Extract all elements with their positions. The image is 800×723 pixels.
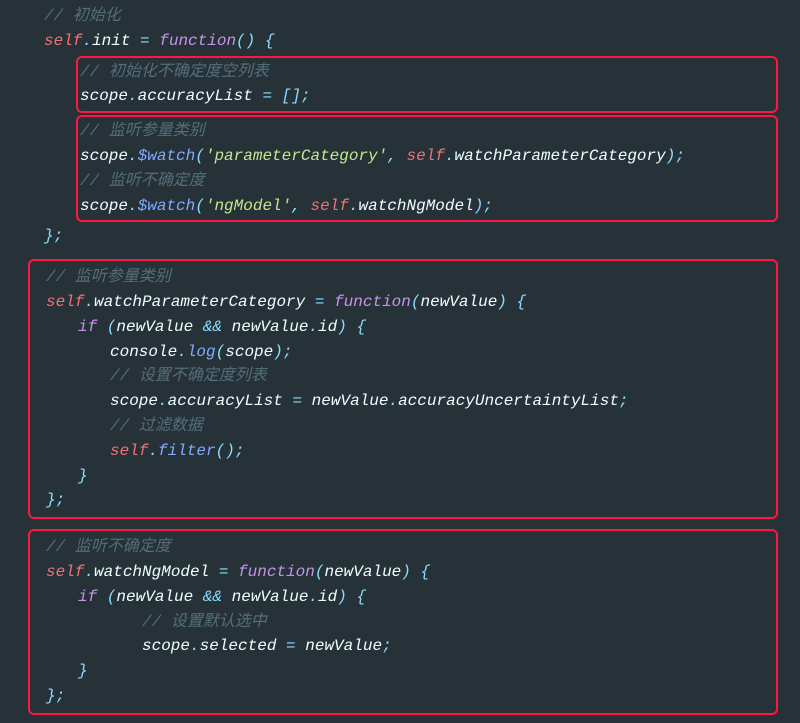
comment-line: // 监听不确定度 xyxy=(78,169,776,194)
code-line: self.init = function() { xyxy=(0,29,800,54)
code-line: if (newValue && newValue.id) { xyxy=(30,315,776,340)
code-line: console.log(scope); xyxy=(30,340,776,365)
comment-line: // 监听参量类别 xyxy=(30,265,776,290)
code-line: scope.selected = newValue; xyxy=(30,634,776,659)
comment-line: // 设置默认选中 xyxy=(30,610,776,635)
code-line: scope.accuracyList = []; xyxy=(78,84,776,109)
code-line: }; xyxy=(30,488,776,513)
comment-init: // 初始化 xyxy=(0,4,800,29)
code-line: self.watchParameterCategory = function(n… xyxy=(30,290,776,315)
code-line: } xyxy=(30,464,776,489)
code-line: scope.$watch('parameterCategory', self.w… xyxy=(78,144,776,169)
comment-line: // 监听参量类别 xyxy=(78,119,776,144)
code-line: if (newValue && newValue.id) { xyxy=(30,585,776,610)
code-block: // 初始化 self.init = function() { // 初始化不确… xyxy=(0,0,800,723)
code-line: }; xyxy=(0,224,800,249)
highlight-block-watch-param: // 监听参量类别 self.watchParameterCategory = … xyxy=(28,259,778,519)
code-line: self.watchNgModel = function(newValue) { xyxy=(30,560,776,585)
highlight-box-1: // 初始化不确定度空列表 scope.accuracyList = []; xyxy=(76,56,778,114)
highlight-block-watch-ngmodel: // 监听不确定度 self.watchNgModel = function(n… xyxy=(28,529,778,715)
comment-line: // 设置不确定度列表 xyxy=(30,364,776,389)
comment-line: // 监听不确定度 xyxy=(30,535,776,560)
code-line: scope.accuracyList = newValue.accuracyUn… xyxy=(30,389,776,414)
comment-line: // 初始化不确定度空列表 xyxy=(78,60,776,85)
code-line: self.filter(); xyxy=(30,439,776,464)
code-line: }; xyxy=(30,684,776,709)
code-line: scope.$watch('ngModel', self.watchNgMode… xyxy=(78,194,776,219)
code-line: } xyxy=(30,659,776,684)
highlight-box-2: // 监听参量类别 scope.$watch('parameterCategor… xyxy=(76,115,778,222)
comment-line: // 过滤数据 xyxy=(30,414,776,439)
